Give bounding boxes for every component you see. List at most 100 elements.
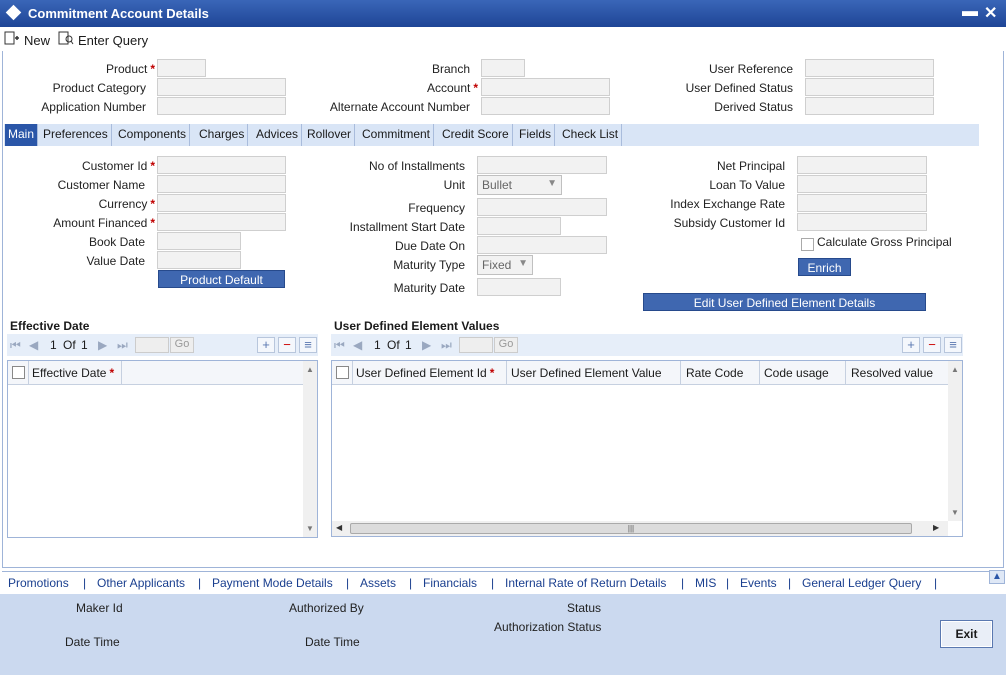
product-input[interactable]: [157, 59, 206, 77]
chevron-down-icon: ▼: [518, 258, 528, 269]
application-number-input[interactable]: [157, 97, 286, 115]
net-principal-input[interactable]: [797, 156, 927, 174]
loan-to-value-input[interactable]: [797, 175, 927, 193]
due-date-on-input[interactable]: [477, 236, 607, 254]
customer-name-label: Customer Name: [57, 178, 145, 192]
installment-start-date-input[interactable]: [477, 217, 561, 235]
single-view-icon[interactable]: ≡: [944, 337, 962, 353]
link-payment-mode-details[interactable]: Payment Mode Details: [212, 576, 333, 590]
vertical-scrollbar[interactable]: ▲ ▼: [948, 361, 962, 521]
product-category-input[interactable]: [157, 78, 286, 96]
goto-page-input[interactable]: [459, 337, 493, 353]
amount-financed-input[interactable]: [157, 213, 286, 231]
link-events[interactable]: Events: [740, 576, 777, 590]
alternate-account-number-label: Alternate Account Number: [329, 100, 470, 114]
link-other-applicants[interactable]: Other Applicants: [97, 576, 185, 590]
tab-components[interactable]: Components: [115, 124, 191, 146]
tab-advices[interactable]: Advices: [253, 124, 303, 146]
first-page-icon[interactable]: ⏮: [10, 338, 21, 353]
delete-row-icon[interactable]: −: [278, 337, 296, 353]
no-of-installments-input[interactable]: [477, 156, 607, 174]
column-effective-date: Effective Date *: [32, 366, 115, 380]
delete-row-icon[interactable]: −: [923, 337, 941, 353]
unit-label: Unit: [443, 178, 465, 192]
tab-credit-score[interactable]: Credit Score: [439, 124, 513, 146]
first-page-icon[interactable]: ⏮: [334, 338, 345, 353]
add-row-icon[interactable]: +: [902, 337, 920, 353]
tab-check-list[interactable]: Check List: [559, 124, 623, 146]
maturity-type-select[interactable]: Fixed ▼: [477, 255, 533, 275]
vertical-scrollbar[interactable]: ▲ ▼: [303, 361, 317, 537]
next-page-icon[interactable]: ▶: [422, 338, 431, 352]
maker-date-time-label: Date Time: [65, 635, 120, 649]
last-page-icon[interactable]: ⏭: [441, 338, 452, 353]
link-promotions[interactable]: Promotions: [8, 576, 69, 590]
app-diamond-icon: [5, 4, 22, 21]
customer-name-input[interactable]: [157, 175, 286, 193]
user-defined-status-input[interactable]: [805, 78, 934, 96]
user-reference-input[interactable]: [805, 59, 934, 77]
maturity-type-value: Fixed: [482, 258, 512, 272]
go-button[interactable]: Go: [170, 337, 194, 353]
checker-date-time-label: Date Time: [305, 635, 360, 649]
branch-input[interactable]: [481, 59, 525, 77]
window-title: Commitment Account Details: [28, 6, 209, 21]
go-button[interactable]: Go: [494, 337, 518, 353]
goto-page-input[interactable]: [135, 337, 169, 353]
select-all-checkbox[interactable]: [12, 366, 25, 379]
query-icon: [58, 31, 74, 48]
scroll-thumb[interactable]: |||: [350, 523, 912, 534]
loan-to-value-label: Loan To Value: [709, 178, 785, 192]
value-date-input[interactable]: [157, 251, 241, 269]
currency-input[interactable]: [157, 194, 286, 212]
tab-fields[interactable]: Fields: [516, 124, 556, 146]
link-assets[interactable]: Assets: [360, 576, 396, 590]
customer-id-input[interactable]: [157, 156, 286, 174]
tab-main[interactable]: Main: [5, 124, 39, 146]
column-ude-value: User Defined Element Value: [511, 366, 662, 380]
unit-select[interactable]: Bullet ▼: [477, 175, 562, 195]
link-mis[interactable]: MIS: [695, 576, 716, 590]
enrich-button[interactable]: Enrich: [798, 258, 851, 276]
enter-query-button[interactable]: Enter Query: [58, 31, 148, 48]
link-general-ledger-query[interactable]: General Ledger Query: [802, 576, 921, 590]
product-label: Product *: [105, 62, 155, 76]
user-reference-label: User Reference: [708, 62, 793, 76]
calculate-gross-principal-checkbox[interactable]: [801, 238, 814, 251]
tab-preferences[interactable]: Preferences: [40, 124, 112, 146]
maturity-date-input[interactable]: [477, 278, 561, 296]
prev-page-icon[interactable]: ◀: [29, 338, 38, 352]
index-exchange-rate-input[interactable]: [797, 194, 927, 212]
scroll-up-icon[interactable]: ▲: [989, 570, 1005, 584]
tab-charges[interactable]: Charges: [196, 124, 249, 146]
grid-header: User Defined Element Id * User Defined El…: [332, 361, 948, 385]
account-input[interactable]: [481, 78, 610, 96]
exit-button[interactable]: Exit: [940, 620, 993, 648]
subsidy-customer-id-input[interactable]: [797, 213, 927, 231]
new-button[interactable]: New: [4, 31, 50, 48]
select-all-checkbox[interactable]: [336, 366, 349, 379]
next-page-icon[interactable]: ▶: [98, 338, 107, 352]
due-date-on-label: Due Date On: [394, 239, 465, 253]
prev-page-icon[interactable]: ◀: [353, 338, 362, 352]
single-view-icon[interactable]: ≡: [299, 337, 317, 353]
edit-ude-details-button[interactable]: Edit User Defined Element Details: [643, 293, 926, 311]
derived-status-input[interactable]: [805, 97, 934, 115]
minimize-icon[interactable]: ▬: [962, 3, 978, 21]
grid-header: Effective Date *: [8, 361, 303, 385]
close-icon[interactable]: ✕: [984, 3, 997, 23]
tab-commitment[interactable]: Commitment: [359, 124, 435, 146]
book-date-input[interactable]: [157, 232, 241, 250]
unit-value: Bullet: [482, 178, 513, 192]
link-irr-details[interactable]: Internal Rate of Return Details: [505, 576, 666, 590]
link-financials[interactable]: Financials: [423, 576, 477, 590]
product-default-button[interactable]: Product Default: [158, 270, 285, 288]
add-row-icon[interactable]: +: [257, 337, 275, 353]
horizontal-scrollbar[interactable]: ◀ ||| ▶: [332, 521, 948, 536]
alternate-account-number-input[interactable]: [481, 97, 610, 115]
page-current: 1: [50, 338, 57, 352]
toolbar: New Enter Query: [0, 27, 1006, 51]
last-page-icon[interactable]: ⏭: [117, 338, 128, 353]
tab-rollover[interactable]: Rollover: [304, 124, 356, 146]
frequency-input[interactable]: [477, 198, 607, 216]
